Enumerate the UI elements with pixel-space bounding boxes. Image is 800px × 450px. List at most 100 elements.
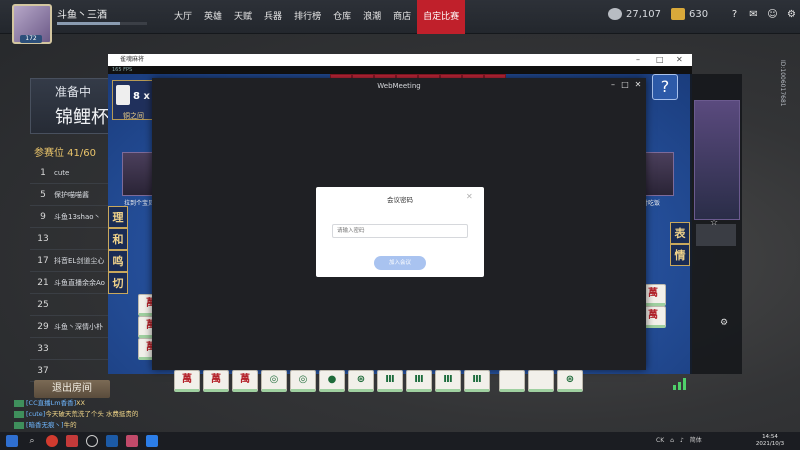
hand-tile[interactable] [528, 370, 554, 392]
participant-row[interactable]: 5 保护喵喵酱 [30, 184, 110, 206]
chat-text: 牛的 [63, 421, 77, 429]
tab-tide[interactable]: 浪潮 [357, 0, 387, 34]
close-icon[interactable]: ✕ [466, 192, 473, 201]
tab-leaderboard[interactable]: 排行榜 [288, 0, 327, 34]
action-button[interactable]: 和 [108, 228, 128, 250]
action-button[interactable]: 鸣 [108, 250, 128, 272]
participant-row[interactable]: 29 斗鱼丶深情小朴 [30, 316, 110, 338]
hand-tile[interactable]: ⊛ [557, 370, 583, 392]
hand-tile[interactable]: Ⅲ [464, 370, 490, 392]
participant-row[interactable]: 9 斗鱼13shao丶 [30, 206, 110, 228]
emote-button[interactable]: 情 [670, 244, 690, 266]
character-artwork [694, 100, 740, 220]
participant-row[interactable]: 17 抖音EL剑道尘心 [30, 250, 110, 272]
taskbar-clock[interactable]: 14:54 2021/10/3 [750, 434, 790, 448]
close-icon[interactable]: ✕ [676, 54, 683, 66]
dialog-title: 会议密码 [387, 196, 413, 204]
chat-username[interactable]: [cute] [26, 410, 45, 418]
tab-weapons[interactable]: 兵器 [258, 0, 288, 34]
app-icon-2[interactable] [66, 435, 78, 447]
chat-text: XX [76, 399, 86, 407]
participant-seat-number: 25 [37, 300, 49, 310]
participant-seat-number: 29 [37, 322, 49, 332]
language-indicator[interactable]: 简体 [690, 432, 702, 450]
tab-warehouse[interactable]: 仓库 [327, 0, 357, 34]
participant-seat-number: 17 [37, 256, 49, 266]
participant-name: 斗鱼13shao丶 [54, 213, 101, 221]
maximize-icon[interactable]: □ [620, 80, 630, 90]
help-button[interactable]: ? [652, 74, 678, 100]
meeting-app-icon[interactable] [146, 435, 158, 447]
currencies: 27,107 630 [608, 8, 708, 20]
app-icon-3[interactable] [126, 435, 138, 447]
tab-lobby[interactable]: 大厅 [168, 0, 198, 34]
hand-tile[interactable]: Ⅲ [435, 370, 461, 392]
app-icon-1[interactable] [46, 435, 58, 447]
participant-row[interactable]: 13 [30, 228, 110, 250]
hand-tile[interactable]: ⊛ [348, 370, 374, 392]
emote-button[interactable]: 表 [670, 222, 690, 244]
start-icon[interactable] [6, 435, 18, 447]
hand-tile[interactable]: ◎ [261, 370, 287, 392]
stream-background: 斗鱼丶三酒 大厅 英雄 天赋 兵器 排行榜 仓库 浪潮 商店 自定比赛 27,1… [0, 0, 800, 432]
tab-custom-match[interactable]: 自定比赛 [417, 0, 466, 34]
game-top-nav: 斗鱼丶三酒 大厅 英雄 天赋 兵器 排行榜 仓库 浪潮 商店 自定比赛 27,1… [0, 0, 800, 34]
participant-row[interactable]: 21 斗鱼直播余余Ao [30, 272, 110, 294]
hand-tile[interactable]: ● [319, 370, 345, 392]
clock-date: 2021/10/3 [755, 441, 785, 447]
hand-tile[interactable]: ◎ [290, 370, 316, 392]
hand-tile[interactable]: 萬 [174, 370, 200, 392]
tab-talents[interactable]: 天赋 [228, 0, 258, 34]
tab-heroes[interactable]: 英雄 [198, 0, 228, 34]
participant-row[interactable]: 1 cute [30, 162, 110, 184]
friends-icon[interactable]: ☺ [766, 8, 779, 21]
search-icon[interactable]: ⌕ [26, 435, 38, 447]
chat-username[interactable]: [CC直播Lm香香] [26, 399, 76, 407]
action-button[interactable]: 切 [108, 272, 128, 294]
hand-tile[interactable] [499, 370, 525, 392]
action-button[interactable]: 理 [108, 206, 128, 228]
meeting-password-dialog: 会议密码 ✕ 加入会议 [316, 187, 484, 277]
xp-bar [57, 22, 147, 25]
participant-row[interactable]: 33 [30, 338, 110, 360]
player-name-left: 拉到个宝贝 [124, 200, 155, 207]
nav-tabs: 大厅 英雄 天赋 兵器 排行榜 仓库 浪潮 商店 自定比赛 [168, 0, 466, 34]
volume-icon[interactable]: ♪ [680, 432, 684, 450]
help-icon[interactable]: ? [728, 8, 741, 21]
settings-icon[interactable]: ⚙ [720, 318, 728, 328]
hand-tile[interactable]: 萬 [203, 370, 229, 392]
hand-tile[interactable]: 萬 [232, 370, 258, 392]
game-window-titlebar: 雀魂麻将 – □ ✕ [108, 54, 692, 66]
live-chat: [CC直播Lm香香]XX [cute]今天破天荒洗了个头 水费挺贵的 [暗香无痕丶]… [14, 398, 314, 431]
minimize-icon[interactable]: – [608, 80, 618, 90]
chat-username[interactable]: [暗香无痕丶] [26, 421, 64, 429]
side-id-text: ID:1006017681 [779, 60, 786, 107]
settings-icon[interactable]: ⚙ [785, 8, 798, 21]
chat-message: [cute]今天破天荒洗了个头 水费挺贵的 [14, 409, 314, 420]
close-icon[interactable]: ✕ [633, 80, 643, 90]
signal-strength-icon [673, 378, 686, 390]
exit-room-button[interactable]: 退出房间 [34, 380, 110, 398]
steam-icon[interactable] [106, 435, 118, 447]
participant-row[interactable]: 25 [30, 294, 110, 316]
maximize-icon[interactable]: □ [656, 54, 664, 66]
hand-tile[interactable]: Ⅲ [406, 370, 432, 392]
participant-name: 斗鱼丶深情小朴 [54, 323, 103, 331]
windows-taskbar: ⌕ CK ⌂ ♪ 简体 14:54 2021/10/3 [0, 432, 800, 450]
hand-tile[interactable]: Ⅲ [377, 370, 403, 392]
gold-bar-icon [671, 8, 685, 20]
participant-seat-number: 5 [40, 190, 46, 200]
participant-row[interactable]: 37 [30, 360, 110, 382]
participant-seat-number: 1 [40, 168, 46, 178]
tab-shop[interactable]: 商店 [387, 0, 417, 34]
tray-text: CK [656, 437, 665, 444]
mail-icon[interactable]: ✉ [747, 8, 760, 21]
password-input[interactable] [332, 224, 468, 238]
participant-seat-number: 13 [37, 234, 49, 244]
network-icon[interactable]: ⌂ [670, 432, 674, 450]
minimize-icon[interactable]: – [636, 54, 640, 66]
clock-app-icon[interactable] [86, 435, 98, 447]
silver-coin-icon [608, 8, 622, 20]
join-meeting-button[interactable]: 加入会议 [374, 256, 426, 270]
participant-seat-number: 33 [37, 344, 49, 354]
